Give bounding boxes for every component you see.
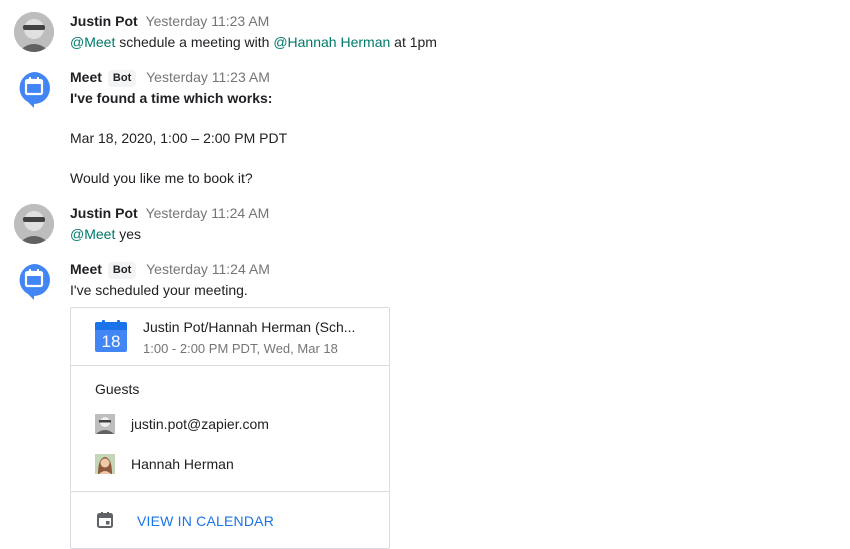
calendar-day: 18 [102,332,121,351]
message-timestamp: Yesterday 11:23 AM [146,69,270,85]
bot-badge: Bot [107,70,137,87]
guest-item: justin.pot@zapier.com [95,414,385,434]
message-timestamp: Yesterday 11:24 AM [146,261,270,277]
message-body: @Meet yes [70,225,141,243]
message-header: Justin Pot Yesterday 11:24 AM [70,204,269,222]
sender-name: Justin Pot [70,205,138,221]
message-body: @Meet schedule a meeting with @Hannah He… [70,33,437,51]
mention-hannah[interactable]: @Hannah Herman [273,34,390,50]
calendar-icon [97,512,113,528]
message-header: Meet Bot Yesterday 11:24 AM [70,260,270,279]
guest-item: Hannah Herman [95,454,385,474]
justin-avatar[interactable] [14,204,54,244]
calendar-bubble-icon [19,72,50,108]
justin-avatar[interactable] [14,12,54,52]
message-header: Meet Bot Yesterday 11:23 AM [70,68,270,87]
guest-name: Hannah Herman [131,456,234,472]
guest-avatar [95,454,115,474]
message-heading: I've found a time which works: [70,90,273,106]
event-time: 1:00 - 2:00 PM PDT, Wed, Mar 18 [143,341,338,356]
guests-label: Guests [95,381,140,397]
message-header: Justin Pot Yesterday 11:23 AM [70,12,269,30]
message-body: I've scheduled your meeting. [70,282,248,298]
sender-name: Meet [70,69,102,85]
mention-meet[interactable]: @Meet [70,34,115,50]
message-text: schedule a meeting with [115,34,274,50]
event-card: 18 Justin Pot/Hannah Herman (Sch... 1:00… [70,307,390,549]
sender-name: Meet [70,261,102,277]
guest-avatar [95,414,115,434]
event-header[interactable]: 18 Justin Pot/Hannah Herman (Sch... 1:00… [71,308,389,366]
view-in-calendar-link[interactable]: VIEW IN CALENDAR [137,512,274,530]
google-calendar-icon: 18 [95,320,127,352]
proposed-time: Mar 18, 2020, 1:00 – 2:00 PM PDT [70,130,288,146]
meet-bot-avatar[interactable] [14,260,54,300]
meet-bot-avatar[interactable] [14,68,54,108]
message-timestamp: Yesterday 11:23 AM [145,13,270,29]
booking-question: Would you like me to book it? [70,170,253,186]
card-divider [71,491,389,492]
event-title: Justin Pot/Hannah Herman (Sch... [143,319,356,335]
message-text: yes [115,226,142,242]
guest-email: justin.pot@zapier.com [131,416,269,432]
sender-name: Justin Pot [70,13,138,29]
message-timestamp: Yesterday 11:24 AM [145,205,270,221]
bot-badge: Bot [107,262,137,279]
message-text: at 1pm [390,34,437,50]
calendar-bubble-icon [19,264,50,300]
mention-meet[interactable]: @Meet [70,226,115,242]
